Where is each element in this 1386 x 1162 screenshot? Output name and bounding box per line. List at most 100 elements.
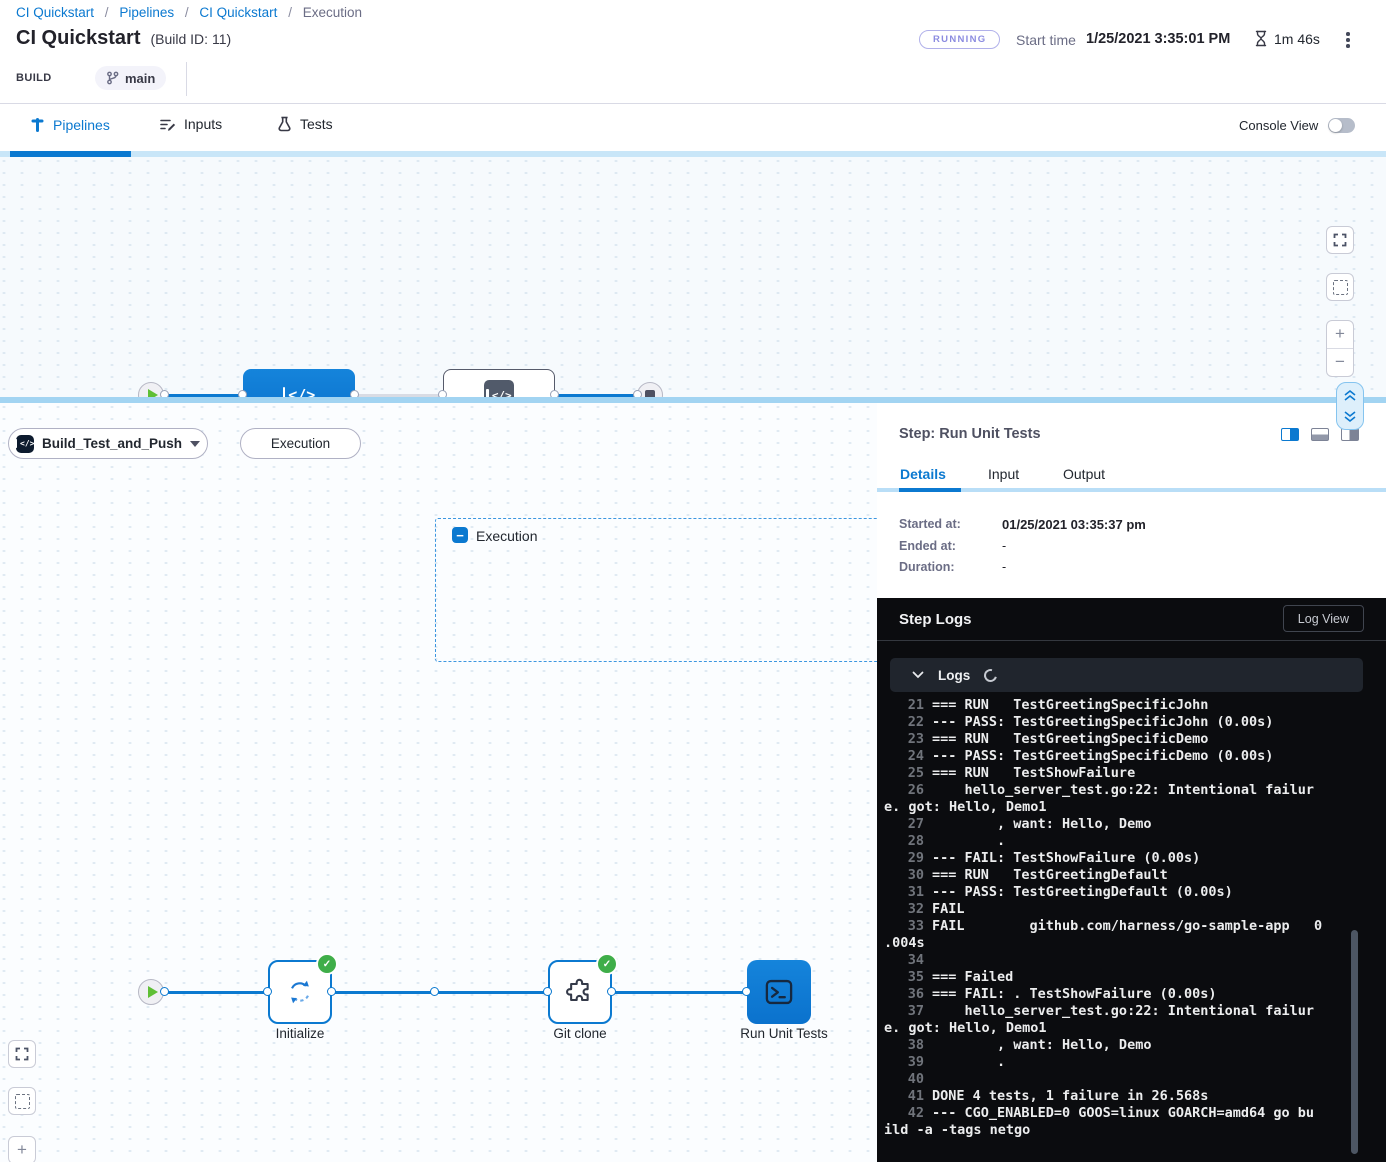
more-options-icon[interactable] xyxy=(1344,30,1352,50)
edge xyxy=(332,991,435,994)
select-region-button[interactable] xyxy=(1326,273,1354,301)
edge xyxy=(162,991,268,994)
elapsed-time: 1m 46s xyxy=(1274,31,1320,47)
log-line-number: 34 xyxy=(884,952,924,969)
step-node-run-unit-tests[interactable] xyxy=(747,960,811,1024)
panel-expander[interactable] xyxy=(1336,382,1364,430)
branch-chip[interactable]: main xyxy=(95,66,166,90)
log-line: 42 --- CGO_ENABLED=0 GOOS=linux GOARCH=a… xyxy=(884,1105,1362,1122)
layout-bottom-icon[interactable] xyxy=(1311,428,1329,441)
breadcrumb: CI Quickstart / Pipelines / CI Quickstar… xyxy=(16,5,362,20)
log-line: 37 hello_server_test.go:22: Intentional … xyxy=(884,1003,1362,1020)
log-line-number: 25 xyxy=(884,765,924,782)
page-header: CI Quickstart / Pipelines / CI Quickstar… xyxy=(0,0,1386,104)
log-line-number: 28 xyxy=(884,833,924,850)
zoom-in-button[interactable]: + xyxy=(1327,321,1353,349)
log-line: 34 xyxy=(884,952,1362,969)
log-line-number: 29 xyxy=(884,850,924,867)
log-line-text: === RUN TestShowFailure xyxy=(932,765,1135,782)
branch-name: main xyxy=(125,71,155,86)
log-line-number: 36 xyxy=(884,986,924,1003)
log-line-number: 38 xyxy=(884,1037,924,1054)
port xyxy=(543,987,552,996)
chevrons-down-icon xyxy=(1343,411,1357,423)
log-view-button[interactable]: Log View xyxy=(1283,605,1364,632)
log-line-text: --- PASS: TestGreetingDefault (0.00s) xyxy=(932,884,1233,901)
log-line-text: hello_server_test.go:22: Intentional fai… xyxy=(932,782,1314,799)
zoom-controls: + − xyxy=(1326,320,1354,377)
chevron-down-icon xyxy=(190,441,200,447)
log-line-text: --- PASS: TestGreetingSpecificJohn (0.00… xyxy=(932,714,1273,731)
check-icon: ✓ xyxy=(603,959,611,970)
log-line: 24 --- PASS: TestGreetingSpecificDemo (0… xyxy=(884,748,1362,765)
logs-section-label: Logs xyxy=(938,668,970,683)
edge xyxy=(435,991,548,994)
success-badge: ✓ xyxy=(596,953,618,975)
flask-icon xyxy=(277,116,292,132)
log-line: 30 === RUN TestGreetingDefault xyxy=(884,867,1362,884)
breadcrumb-link-pipeline[interactable]: CI Quickstart xyxy=(199,5,277,20)
layout-right-split-icon[interactable] xyxy=(1281,428,1299,441)
step-label: Initialize xyxy=(250,1026,350,1041)
execution-view-label: Execution xyxy=(271,436,330,451)
log-line-text: --- PASS: TestGreetingSpecificDemo (0.00… xyxy=(932,748,1273,765)
console-view-toggle[interactable] xyxy=(1328,118,1355,133)
started-at-value: 01/25/2021 03:35:37 pm xyxy=(1002,517,1146,532)
log-line-text: === RUN TestGreetingDefault xyxy=(932,867,1168,884)
log-line-number: 24 xyxy=(884,748,924,765)
execution-view-button[interactable]: Execution xyxy=(240,428,361,459)
log-line: 40 xyxy=(884,1071,1362,1088)
log-line-number: 41 xyxy=(884,1088,924,1105)
tab-inputs[interactable]: Inputs xyxy=(159,116,222,132)
edge xyxy=(612,991,747,994)
tab-tests[interactable]: Tests xyxy=(277,116,333,132)
marquee-icon xyxy=(15,1094,30,1109)
step-graph-canvas[interactable]: </> Build_Test_and_Push Execution − Exec… xyxy=(0,403,877,1162)
status-badge: RUNNING xyxy=(919,30,1000,49)
scrollbar-thumb[interactable] xyxy=(1351,930,1358,1154)
log-line-number: 31 xyxy=(884,884,924,901)
check-icon: ✓ xyxy=(323,959,331,970)
stage-graph-canvas[interactable]: </> Build_Test_and_Pus </> Run_Integrati… xyxy=(0,157,1386,397)
tab-pipelines-label: Pipelines xyxy=(53,117,110,133)
log-line-number: 32 xyxy=(884,901,924,918)
log-line-text: . xyxy=(932,833,1005,850)
marquee-icon xyxy=(1333,280,1348,295)
step-node-git-clone[interactable]: ✓ xyxy=(548,960,612,1024)
tab-output[interactable]: Output xyxy=(1063,466,1105,482)
started-at-label: Started at: xyxy=(899,517,1002,532)
group-collapse-button[interactable]: − xyxy=(452,527,468,543)
breadcrumb-link-project[interactable]: CI Quickstart xyxy=(16,5,94,20)
stage-selector-dropdown[interactable]: </> Build_Test_and_Push xyxy=(8,428,208,459)
logs-accordion-header[interactable]: Logs xyxy=(890,658,1363,692)
step-node-initialize[interactable]: ✓ xyxy=(268,960,332,1024)
log-line: 38 , want: Hello, Demo xyxy=(884,1037,1362,1054)
breadcrumb-link-pipelines[interactable]: Pipelines xyxy=(119,5,174,20)
zoom-out-button[interactable]: − xyxy=(1327,349,1353,377)
tab-tests-label: Tests xyxy=(300,116,333,132)
port xyxy=(160,987,169,996)
tab-input[interactable]: Input xyxy=(988,466,1019,482)
log-line-number: 33 xyxy=(884,918,924,935)
inputs-icon xyxy=(159,117,176,132)
fullscreen-button[interactable] xyxy=(1326,226,1354,254)
log-line-text: --- FAIL: TestShowFailure (0.00s) xyxy=(932,850,1200,867)
log-line-text: --- CGO_ENABLED=0 GOOS=linux GOARCH=amd6… xyxy=(932,1105,1314,1122)
fullscreen-button[interactable] xyxy=(8,1040,36,1068)
divider xyxy=(877,640,1386,641)
loading-spinner-icon xyxy=(982,666,1000,684)
stage-node-run-integration-tests[interactable]: </> xyxy=(443,369,555,397)
log-line-text: === Failed xyxy=(932,969,1013,986)
log-line-number: 35 xyxy=(884,969,924,986)
port xyxy=(607,987,616,996)
log-line-number: 26 xyxy=(884,782,924,799)
breadcrumb-current: Execution xyxy=(303,5,362,20)
stage-node-build-test-and-push[interactable]: </> xyxy=(243,369,355,397)
ended-at-value: - xyxy=(1002,539,1006,553)
tab-details[interactable]: Details xyxy=(900,466,946,482)
divider xyxy=(186,62,187,96)
tab-pipelines[interactable]: Pipelines xyxy=(30,116,110,133)
breadcrumb-separator: / xyxy=(185,5,189,20)
select-region-button[interactable] xyxy=(8,1087,36,1115)
zoom-in-button[interactable]: + xyxy=(8,1136,36,1162)
